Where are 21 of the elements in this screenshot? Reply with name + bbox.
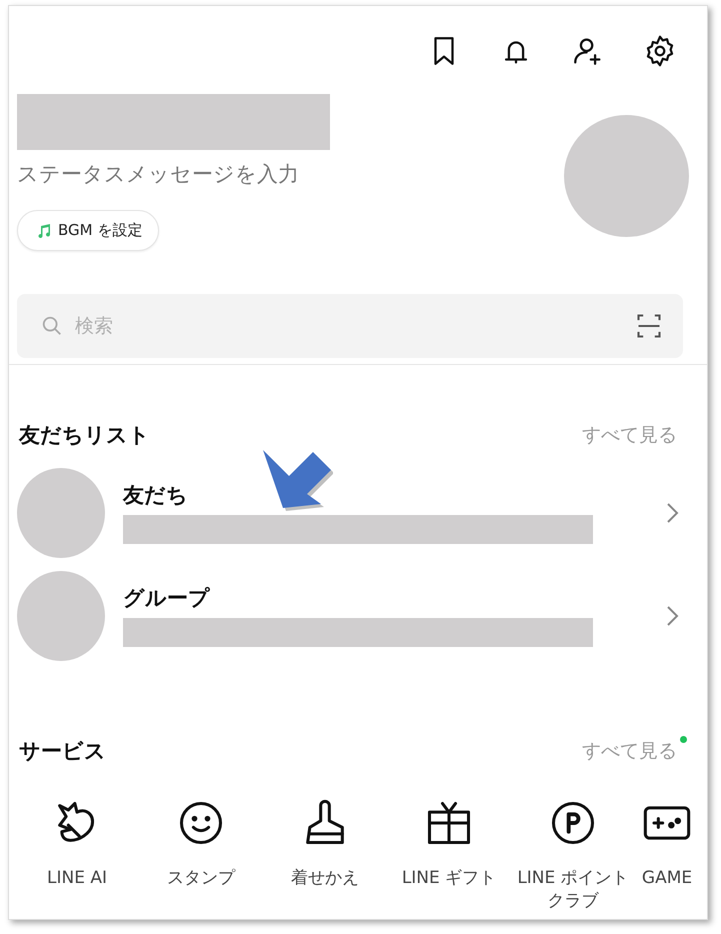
- list-row[interactable]: グループ: [9, 564, 707, 667]
- bgm-button[interactable]: BGM を設定: [17, 210, 160, 251]
- service-label[interactable]: スタンプ: [167, 867, 235, 890]
- chevron-icon: [665, 500, 679, 524]
- section-title: 友だちリスト: [19, 422, 150, 449]
- service-label[interactable]: GAME: [642, 867, 692, 890]
- status-message-field[interactable]: ステータスメッセージを入力: [17, 160, 330, 188]
- service-label[interactable]: LINE ギフト: [402, 867, 496, 890]
- scan-icon[interactable]: [635, 312, 663, 340]
- search-input[interactable]: 検索: [73, 314, 625, 338]
- music-note-icon: [36, 222, 52, 238]
- chevron-icon: [665, 604, 679, 628]
- row-label: グループ: [123, 585, 211, 612]
- list-row[interactable]: 友だち: [9, 461, 707, 564]
- service-label[interactable]: 着せかえ: [291, 867, 359, 890]
- section-title: サービス: [19, 738, 106, 765]
- search-field[interactable]: 検索: [17, 294, 683, 358]
- service-label[interactable]: LINE ポイントクラブ: [513, 867, 633, 913]
- service-label[interactable]: LINE AI: [47, 867, 107, 890]
- search-icon: [41, 315, 63, 337]
- row-label: 友だち: [123, 482, 189, 509]
